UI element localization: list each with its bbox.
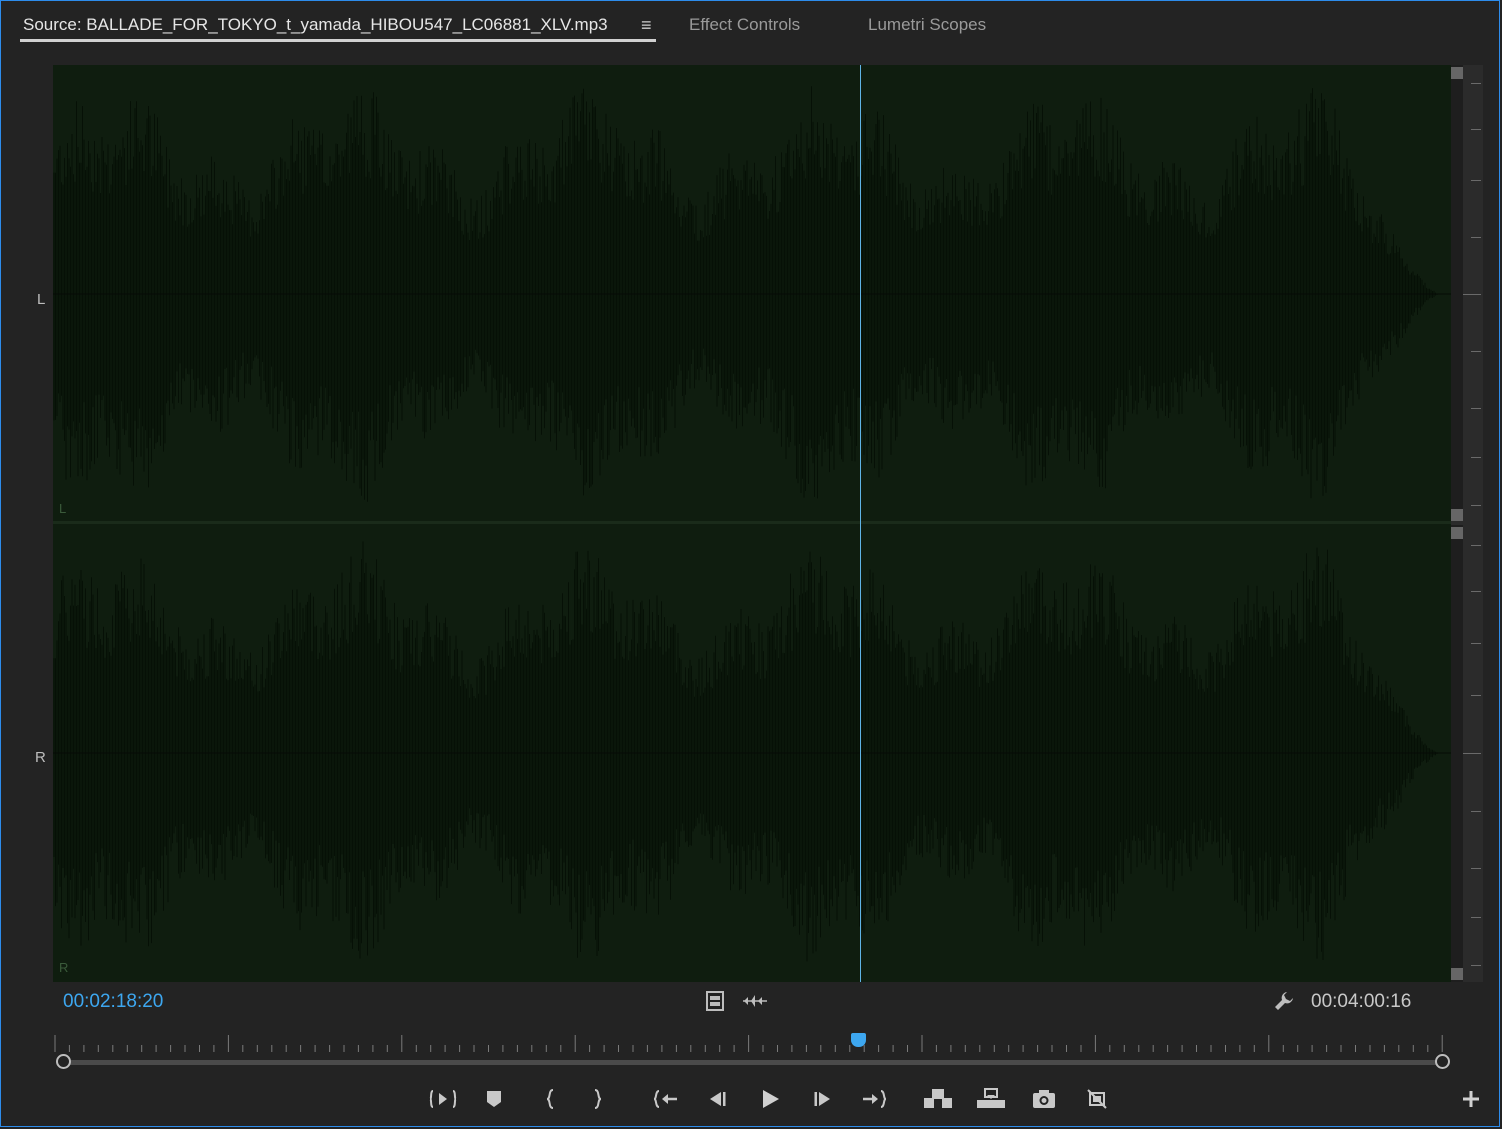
scale-tick bbox=[1471, 868, 1481, 869]
scroll-handle-top[interactable] bbox=[1451, 67, 1463, 79]
playhead-marker[interactable] bbox=[851, 1033, 866, 1047]
channel-divider bbox=[53, 521, 1451, 524]
step-forward-icon[interactable] bbox=[805, 1084, 841, 1114]
scale-tick bbox=[1471, 811, 1481, 812]
duration-timecode: 00:04:00:16 bbox=[1311, 991, 1412, 1012]
mark-in-icon[interactable] bbox=[532, 1084, 568, 1114]
wrench-icon[interactable] bbox=[1273, 990, 1295, 1016]
scale-tick bbox=[1471, 695, 1481, 696]
audio-waveform-display[interactable]: L R bbox=[53, 65, 1451, 982]
toggle-proxy-icon[interactable] bbox=[1079, 1084, 1115, 1114]
go-to-in-icon[interactable] bbox=[648, 1084, 684, 1114]
scale-tick bbox=[1471, 457, 1481, 458]
playhead-line[interactable] bbox=[860, 65, 861, 982]
hamburger-menu-icon[interactable]: ≡ bbox=[641, 15, 652, 36]
scale-tick bbox=[1471, 917, 1481, 918]
scale-tick bbox=[1471, 83, 1481, 84]
scale-tick bbox=[1463, 753, 1481, 754]
zoom-handle-left[interactable] bbox=[56, 1054, 71, 1069]
channel-label-left: L bbox=[37, 291, 46, 308]
channel-inner-label-left: L bbox=[59, 501, 67, 516]
scale-tick bbox=[1471, 351, 1481, 352]
export-frame-icon[interactable] bbox=[1026, 1084, 1062, 1114]
scale-tick bbox=[1463, 294, 1481, 295]
scale-tick bbox=[1471, 591, 1481, 592]
tab-source[interactable]: Source: BALLADE_FOR_TOKYO_t_yamada_HIBOU… bbox=[23, 15, 608, 35]
scroll-handle-bottom[interactable] bbox=[1451, 968, 1463, 980]
scroll-handle-mid-bottom[interactable] bbox=[1451, 527, 1463, 539]
transport-controls bbox=[1, 1084, 1501, 1114]
scroll-track-left[interactable] bbox=[1451, 65, 1463, 521]
overwrite-icon[interactable] bbox=[973, 1084, 1009, 1114]
mark-in-out-icon[interactable] bbox=[425, 1084, 461, 1114]
scale-tick bbox=[1471, 237, 1481, 238]
scale-tick bbox=[1471, 180, 1481, 181]
film-icon[interactable] bbox=[706, 991, 724, 1015]
insert-icon[interactable] bbox=[920, 1084, 956, 1114]
zoom-scroll-bar[interactable] bbox=[63, 1060, 1441, 1065]
channel-inner-label-right: R bbox=[59, 960, 69, 975]
scale-tick bbox=[1471, 965, 1481, 966]
scale-tick bbox=[1471, 545, 1481, 546]
zoom-handle-right[interactable] bbox=[1435, 1054, 1450, 1069]
plus-icon[interactable] bbox=[1453, 1084, 1489, 1114]
tab-lumetri-scopes[interactable]: Lumetri Scopes bbox=[868, 15, 986, 35]
scale-tick bbox=[1471, 129, 1481, 130]
go-to-out-icon[interactable] bbox=[856, 1084, 892, 1114]
vertical-zoom-scrollbar[interactable] bbox=[1451, 65, 1483, 982]
add-marker-icon[interactable] bbox=[476, 1084, 512, 1114]
time-ruler[interactable] bbox=[53, 1031, 1451, 1071]
active-tab-underline bbox=[20, 39, 656, 42]
ruler-ticks bbox=[54, 1035, 1443, 1052]
scale-tick bbox=[1471, 643, 1481, 644]
channel-label-right: R bbox=[35, 749, 46, 766]
mark-out-icon[interactable] bbox=[580, 1084, 616, 1114]
scroll-handle-mid-top[interactable] bbox=[1451, 509, 1463, 521]
audio-waveform-icon[interactable] bbox=[743, 993, 767, 1013]
current-timecode[interactable]: 00:02:18:20 bbox=[63, 991, 163, 1013]
panel-tab-bar: Source: BALLADE_FOR_TOKYO_t_yamada_HIBOU… bbox=[1, 1, 1499, 49]
scale-tick bbox=[1471, 505, 1481, 506]
scale-tick bbox=[1471, 408, 1481, 409]
step-back-icon[interactable] bbox=[699, 1084, 735, 1114]
scroll-track-right[interactable] bbox=[1451, 525, 1463, 982]
source-monitor-panel: Source: BALLADE_FOR_TOKYO_t_yamada_HIBOU… bbox=[0, 0, 1500, 1127]
play-icon[interactable] bbox=[752, 1084, 788, 1114]
tab-effect-controls[interactable]: Effect Controls bbox=[689, 15, 800, 35]
